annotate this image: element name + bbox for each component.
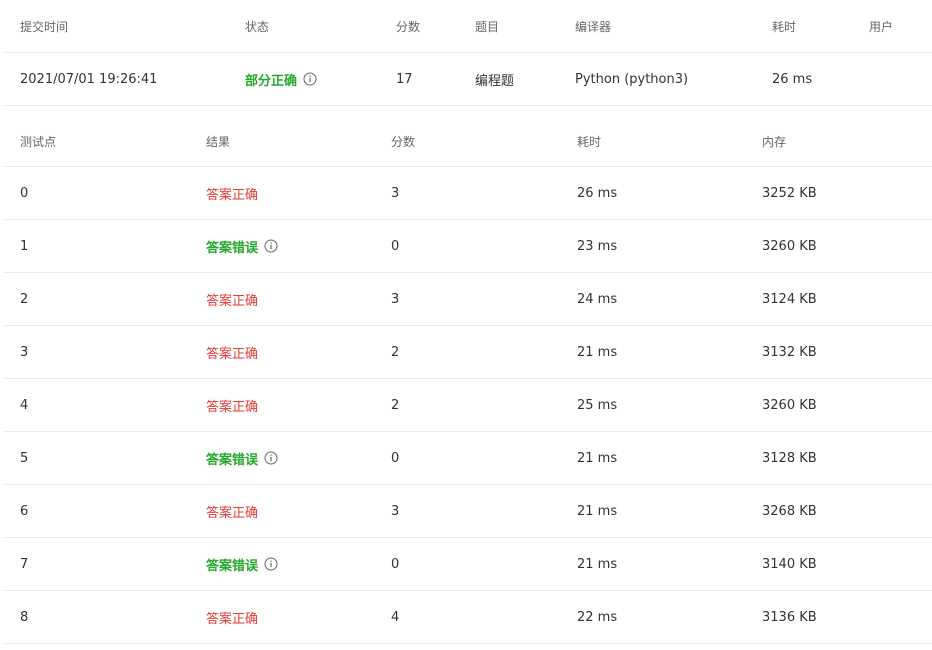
test-time: 26 ms — [577, 185, 618, 201]
test-case-id: 6 — [20, 503, 29, 519]
test-result-cell: 答案错误 — [206, 220, 278, 272]
test-memory: 3132 KB — [762, 344, 817, 360]
test-score: 2 — [391, 397, 400, 413]
test-score-header: 分数 — [391, 135, 416, 149]
test-memory: 3140 KB — [762, 556, 817, 572]
test-case-id: 5 — [20, 450, 29, 466]
test-score: 2 — [391, 344, 400, 360]
test-memory: 3128 KB — [762, 450, 817, 466]
submission-result-panel: 提交时间 状态 分数 题目 编译器 耗时 用户 2021/07/01 19:26… — [0, 0, 932, 650]
test-result-cell: 答案正确 — [206, 591, 258, 643]
result-correct: 答案正确 — [206, 346, 259, 362]
test-memory: 3268 KB — [762, 503, 817, 519]
test-case-id: 0 — [20, 185, 29, 201]
test-time: 21 ms — [577, 556, 618, 572]
test-time-header: 耗时 — [577, 135, 602, 149]
table-row: 4 答案正确 2 25 ms 3260 KB — [4, 379, 932, 432]
test-score: 0 — [391, 450, 400, 466]
table-row: 8 答案正确 4 22 ms 3136 KB — [4, 591, 932, 644]
problem-header: 题目 — [475, 19, 500, 34]
test-time: 22 ms — [577, 609, 618, 625]
result-correct: 答案正确 — [206, 187, 259, 203]
table-row: 1 答案错误 0 23 ms 3260 KB — [4, 220, 932, 273]
test-time: 21 ms — [577, 450, 618, 466]
test-time: 21 ms — [577, 344, 618, 360]
test-score: 3 — [391, 503, 400, 519]
info-icon[interactable] — [264, 451, 278, 465]
test-result-cell: 答案正确 — [206, 273, 258, 325]
test-score: 4 — [391, 609, 400, 625]
score-header: 分数 — [396, 19, 421, 34]
result-wrong: 答案错误 — [206, 558, 259, 574]
status-header: 状态 — [245, 19, 270, 34]
table-row: 5 答案错误 0 21 ms 3128 KB — [4, 432, 932, 485]
time-header: 耗时 — [772, 19, 797, 34]
status-cell: 部分正确 — [245, 53, 317, 105]
table-row: 0 答案正确 3 26 ms 3252 KB — [4, 167, 932, 220]
table-row: 3 答案正确 2 21 ms 3132 KB — [4, 326, 932, 379]
test-memory: 3136 KB — [762, 609, 817, 625]
test-memory: 3124 KB — [762, 291, 817, 307]
user-header: 用户 — [869, 19, 894, 34]
compiler-header: 编译器 — [575, 19, 612, 34]
test-score: 3 — [391, 291, 400, 307]
test-result-cell: 答案错误 — [206, 538, 278, 590]
test-result-cell: 答案正确 — [206, 326, 258, 378]
info-icon[interactable] — [264, 239, 278, 253]
time-value: 26 ms — [772, 71, 813, 87]
test-memory: 3260 KB — [762, 238, 817, 254]
test-result-cell: 答案正确 — [206, 167, 258, 219]
test-result-cell: 答案错误 — [206, 432, 278, 484]
compiler-value: Python (python3) — [575, 71, 689, 87]
result-correct: 答案正确 — [206, 293, 259, 309]
problem-value: 编程题 — [475, 73, 515, 89]
test-case-id: 4 — [20, 397, 29, 413]
result-wrong: 答案错误 — [206, 240, 259, 256]
test-case-id: 7 — [20, 556, 29, 572]
status-badge[interactable]: 部分正确 — [245, 70, 297, 89]
result-correct: 答案正确 — [206, 505, 259, 521]
test-score: 3 — [391, 185, 400, 201]
test-case-id: 8 — [20, 609, 29, 625]
test-memory: 3260 KB — [762, 397, 817, 413]
result-correct: 答案正确 — [206, 611, 259, 627]
table-row: 6 答案正确 3 21 ms 3268 KB — [4, 485, 932, 538]
test-case-id: 3 — [20, 344, 29, 360]
test-memory-header: 内存 — [762, 135, 787, 149]
submission-header-row: 提交时间 状态 分数 题目 编译器 耗时 用户 — [4, 0, 932, 53]
submit-time-value: 2021/07/01 19:26:41 — [20, 71, 158, 87]
info-icon[interactable] — [303, 72, 317, 86]
test-time: 23 ms — [577, 238, 618, 254]
test-result-cell: 答案正确 — [206, 485, 258, 537]
submit-time-header: 提交时间 — [20, 19, 69, 34]
test-memory: 3252 KB — [762, 185, 817, 201]
test-score: 0 — [391, 238, 400, 254]
submission-summary-row: 2021/07/01 19:26:41 部分正确 17 编程题 Python (… — [4, 53, 932, 106]
test-results-header-row: 测试点 结果 分数 耗时 内存 — [4, 106, 932, 167]
test-result-cell: 答案正确 — [206, 379, 258, 431]
test-score: 0 — [391, 556, 400, 572]
test-case-id: 1 — [20, 238, 29, 254]
total-score-value: 17 — [396, 71, 413, 87]
table-row: 7 答案错误 0 21 ms 3140 KB — [4, 538, 932, 591]
test-result-header: 结果 — [206, 135, 231, 149]
test-time: 21 ms — [577, 503, 618, 519]
result-correct: 答案正确 — [206, 399, 259, 415]
test-time: 25 ms — [577, 397, 618, 413]
table-row: 2 答案正确 3 24 ms 3124 KB — [4, 273, 932, 326]
info-icon[interactable] — [264, 557, 278, 571]
test-time: 24 ms — [577, 291, 618, 307]
test-case-id: 2 — [20, 291, 29, 307]
result-wrong: 答案错误 — [206, 452, 259, 468]
test-case-header: 测试点 — [20, 135, 57, 149]
test-results-list: 0 答案正确 3 26 ms 3252 KB 1 答案错误 0 23 ms 3260 KB 2 答案正… — [4, 167, 932, 644]
